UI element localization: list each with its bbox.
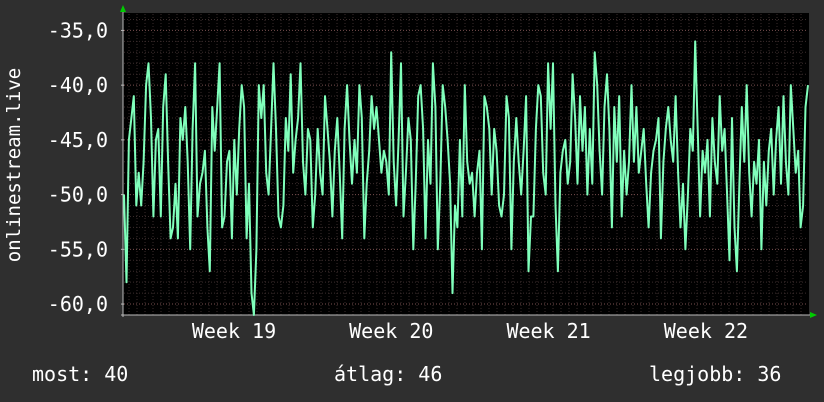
- x-tick-label: Week 19: [192, 319, 276, 343]
- y-tick-label: -50,0: [48, 183, 108, 207]
- y-tick-label: -55,0: [48, 237, 108, 261]
- y-tick-label: -60,0: [48, 292, 108, 316]
- x-tick-label: Week 22: [664, 319, 748, 343]
- stat-best: legjobb: 36: [649, 362, 782, 386]
- y-axis-label: onlinestream.live: [3, 68, 25, 262]
- x-tick-label: Week 20: [349, 319, 433, 343]
- y-tick-labels: -35,0 -40,0 -45,0 -50,0 -55,0 -60,0: [48, 18, 124, 316]
- x-axis-arrow-icon: [810, 312, 817, 318]
- chart: -35,0-40,0-45,0-50,0-55,0-60,0 Week 19 We…: [3, 5, 817, 343]
- x-tick-label: Week 21: [506, 319, 590, 343]
- stat-average: átlag: 46: [334, 362, 443, 386]
- y-tick-label: -45,0: [48, 128, 108, 152]
- x-tick-labels: Week 19 Week 20 Week 21 Week 22: [192, 319, 748, 343]
- y-axis-arrow-icon: [120, 5, 126, 12]
- y-tick-label: -40,0: [48, 73, 108, 97]
- y-tick-label: -35,0: [48, 18, 108, 42]
- stat-current: most: 40: [32, 362, 129, 386]
